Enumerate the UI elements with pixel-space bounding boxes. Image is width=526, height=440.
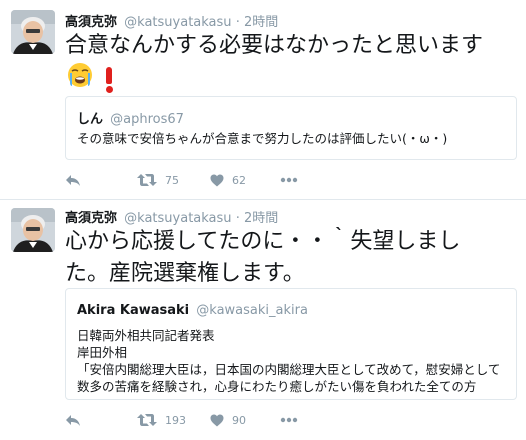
quoted-tweet[interactable]: Akira Kawasaki @kawasaki_akira 日韓両外相共同記者…	[65, 288, 517, 400]
author-handle[interactable]: @katsuyatakasu	[124, 15, 231, 30]
more-dots-icon	[280, 417, 298, 423]
tweet-actions: 193 90	[65, 410, 315, 430]
quoted-text-line: 岸田外相	[77, 345, 128, 360]
tweet-timestamp[interactable]: 2時間	[244, 15, 278, 30]
tweet-text-line: 心から応援してたのに・・｀失望しまし	[65, 229, 461, 254]
quoted-text-line: 「安倍内閣総理大臣は，日本国の内閣総理大臣として改めて，慰安婦として	[77, 362, 501, 377]
retweet-icon	[137, 174, 157, 186]
tweet-header: 高須克弥 @katsuyatakasu · 2時間	[65, 11, 278, 30]
heart-icon	[210, 414, 224, 426]
reply-icon	[66, 415, 80, 426]
quoted-text-line: その意味で安倍ちゃんが合意まで努力したのは評価したい(・ω・)	[77, 131, 448, 146]
reply-icon	[66, 175, 80, 186]
author-name[interactable]: 高須克弥	[65, 15, 117, 30]
reply-button[interactable]	[65, 410, 81, 430]
author-name[interactable]: 高須克弥	[65, 211, 117, 226]
tweet-1[interactable]: 高須克弥 @katsuyatakasu · 2時間 合意なんかする必要はなかった…	[0, 0, 526, 200]
tweet-text-line: た。産院選棄権します。	[65, 261, 305, 286]
quoted-author-handle: @kawasaki_akira	[196, 303, 308, 318]
tweet-2[interactable]: 高須克弥 @katsuyatakasu · 2時間 心から応援してたのに・・｀失…	[0, 200, 526, 440]
retweet-count: 193	[165, 413, 186, 427]
quoted-header: しん @aphros67	[77, 108, 184, 127]
quoted-tweet[interactable]: しん @aphros67 その意味で安倍ちゃんが合意まで努力したのは評価したい(…	[65, 96, 517, 160]
tweet-actions: 75 62	[65, 170, 315, 190]
retweet-count: 75	[165, 173, 179, 187]
quoted-author-name: Akira Kawasaki	[77, 303, 190, 318]
quoted-header: Akira Kawasaki @kawasaki_akira	[77, 303, 308, 318]
like-count: 62	[232, 173, 246, 187]
quoted-author-name: しん	[77, 112, 104, 127]
like-count: 90	[232, 413, 246, 427]
header-separator: ·	[235, 15, 240, 30]
heart-icon	[210, 174, 224, 186]
tweet-timestamp[interactable]: 2時間	[244, 211, 278, 226]
quoted-author-handle: @aphros67	[110, 112, 184, 127]
red-exclamation-icon	[104, 67, 114, 93]
tweet-text: 心から応援してたのに・・｀失望しまし た。産院選棄権します。	[65, 226, 514, 290]
quoted-text-line: 日韓両外相共同記者発表	[77, 328, 215, 343]
header-separator: ·	[235, 211, 240, 226]
quoted-text: その意味で安倍ちゃんが合意まで努力したのは評価したい(・ω・)	[77, 130, 508, 147]
tweet-header: 高須克弥 @katsuyatakasu · 2時間	[65, 207, 278, 226]
more-options-button[interactable]	[280, 410, 298, 430]
avatar[interactable]	[11, 208, 55, 252]
retweet-button[interactable]: 193	[137, 410, 186, 430]
retweet-button[interactable]: 75	[137, 170, 179, 190]
more-dots-icon	[280, 177, 298, 183]
like-button[interactable]: 62	[210, 170, 246, 190]
quoted-text: 日韓両外相共同記者発表 岸田外相 「安倍内閣総理大臣は，日本国の内閣総理大臣とし…	[77, 327, 508, 395]
reply-button[interactable]	[65, 170, 81, 190]
tweet-text: 合意なんかする必要はなかったと思います	[65, 30, 514, 94]
more-options-button[interactable]	[280, 170, 298, 190]
quoted-text-line: 数多の苦痛を経験され，心身にわたり癒しがたい傷を負われた全ての方	[77, 379, 477, 394]
author-handle[interactable]: @katsuyatakasu	[124, 211, 231, 226]
tweet-text-line: 合意なんかする必要はなかったと思います	[65, 33, 484, 58]
like-button[interactable]: 90	[210, 410, 246, 430]
avatar[interactable]	[11, 10, 55, 54]
loudly-crying-face-icon	[67, 62, 93, 94]
retweet-icon	[137, 414, 157, 426]
